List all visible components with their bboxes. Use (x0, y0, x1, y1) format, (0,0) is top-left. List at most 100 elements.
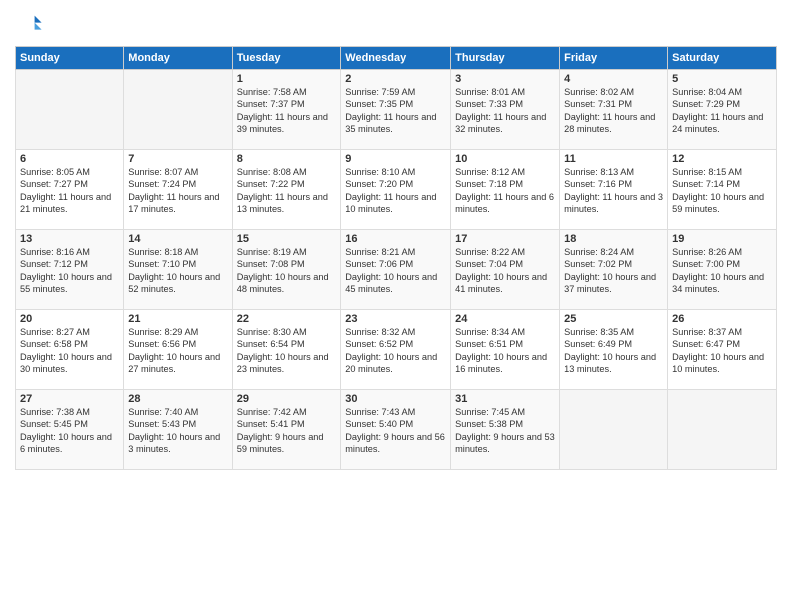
cell-content: Sunrise: 8:19 AM Sunset: 7:08 PM Dayligh… (237, 246, 337, 296)
cell-content: Sunrise: 8:08 AM Sunset: 7:22 PM Dayligh… (237, 166, 337, 216)
logo-icon (15, 10, 43, 38)
calendar-cell: 9Sunrise: 8:10 AM Sunset: 7:20 PM Daylig… (341, 150, 451, 230)
calendar-cell: 13Sunrise: 8:16 AM Sunset: 7:12 PM Dayli… (16, 230, 124, 310)
cell-content: Sunrise: 8:34 AM Sunset: 6:51 PM Dayligh… (455, 326, 555, 376)
day-number: 5 (672, 73, 772, 85)
day-number: 18 (564, 233, 663, 245)
day-number: 10 (455, 153, 555, 165)
day-number: 9 (345, 153, 446, 165)
day-number: 27 (20, 393, 119, 405)
cell-content: Sunrise: 8:13 AM Sunset: 7:16 PM Dayligh… (564, 166, 663, 216)
day-number: 13 (20, 233, 119, 245)
calendar-cell: 10Sunrise: 8:12 AM Sunset: 7:18 PM Dayli… (451, 150, 560, 230)
day-number: 28 (128, 393, 227, 405)
day-number: 2 (345, 73, 446, 85)
calendar-cell: 30Sunrise: 7:43 AM Sunset: 5:40 PM Dayli… (341, 390, 451, 470)
calendar-cell: 24Sunrise: 8:34 AM Sunset: 6:51 PM Dayli… (451, 310, 560, 390)
calendar-cell: 20Sunrise: 8:27 AM Sunset: 6:58 PM Dayli… (16, 310, 124, 390)
calendar-cell: 17Sunrise: 8:22 AM Sunset: 7:04 PM Dayli… (451, 230, 560, 310)
column-header-thursday: Thursday (451, 47, 560, 70)
calendar-cell: 3Sunrise: 8:01 AM Sunset: 7:33 PM Daylig… (451, 70, 560, 150)
calendar-cell: 31Sunrise: 7:45 AM Sunset: 5:38 PM Dayli… (451, 390, 560, 470)
cell-content: Sunrise: 7:38 AM Sunset: 5:45 PM Dayligh… (20, 406, 119, 456)
column-header-monday: Monday (124, 47, 232, 70)
cell-content: Sunrise: 7:58 AM Sunset: 7:37 PM Dayligh… (237, 86, 337, 136)
cell-content: Sunrise: 7:43 AM Sunset: 5:40 PM Dayligh… (345, 406, 446, 456)
day-number: 11 (564, 153, 663, 165)
day-number: 6 (20, 153, 119, 165)
week-row-2: 6Sunrise: 8:05 AM Sunset: 7:27 PM Daylig… (16, 150, 777, 230)
calendar-cell: 15Sunrise: 8:19 AM Sunset: 7:08 PM Dayli… (232, 230, 341, 310)
day-number: 30 (345, 393, 446, 405)
header-row: SundayMondayTuesdayWednesdayThursdayFrid… (16, 47, 777, 70)
day-number: 17 (455, 233, 555, 245)
calendar-cell: 21Sunrise: 8:29 AM Sunset: 6:56 PM Dayli… (124, 310, 232, 390)
cell-content: Sunrise: 8:12 AM Sunset: 7:18 PM Dayligh… (455, 166, 555, 216)
cell-content: Sunrise: 8:01 AM Sunset: 7:33 PM Dayligh… (455, 86, 555, 136)
week-row-1: 1Sunrise: 7:58 AM Sunset: 7:37 PM Daylig… (16, 70, 777, 150)
cell-content: Sunrise: 8:24 AM Sunset: 7:02 PM Dayligh… (564, 246, 663, 296)
day-number: 12 (672, 153, 772, 165)
cell-content: Sunrise: 8:30 AM Sunset: 6:54 PM Dayligh… (237, 326, 337, 376)
cell-content: Sunrise: 8:18 AM Sunset: 7:10 PM Dayligh… (128, 246, 227, 296)
main-container: SundayMondayTuesdayWednesdayThursdayFrid… (0, 0, 792, 480)
day-number: 1 (237, 73, 337, 85)
calendar-cell: 6Sunrise: 8:05 AM Sunset: 7:27 PM Daylig… (16, 150, 124, 230)
calendar-cell: 29Sunrise: 7:42 AM Sunset: 5:41 PM Dayli… (232, 390, 341, 470)
day-number: 31 (455, 393, 555, 405)
cell-content: Sunrise: 7:42 AM Sunset: 5:41 PM Dayligh… (237, 406, 337, 456)
day-number: 4 (564, 73, 663, 85)
calendar-cell: 23Sunrise: 8:32 AM Sunset: 6:52 PM Dayli… (341, 310, 451, 390)
day-number: 7 (128, 153, 227, 165)
calendar-cell: 1Sunrise: 7:58 AM Sunset: 7:37 PM Daylig… (232, 70, 341, 150)
calendar-cell: 14Sunrise: 8:18 AM Sunset: 7:10 PM Dayli… (124, 230, 232, 310)
calendar-cell: 18Sunrise: 8:24 AM Sunset: 7:02 PM Dayli… (560, 230, 668, 310)
cell-content: Sunrise: 8:29 AM Sunset: 6:56 PM Dayligh… (128, 326, 227, 376)
cell-content: Sunrise: 8:02 AM Sunset: 7:31 PM Dayligh… (564, 86, 663, 136)
day-number: 21 (128, 313, 227, 325)
calendar-cell: 12Sunrise: 8:15 AM Sunset: 7:14 PM Dayli… (668, 150, 777, 230)
day-number: 15 (237, 233, 337, 245)
cell-content: Sunrise: 8:07 AM Sunset: 7:24 PM Dayligh… (128, 166, 227, 216)
calendar-cell: 7Sunrise: 8:07 AM Sunset: 7:24 PM Daylig… (124, 150, 232, 230)
header (15, 10, 777, 38)
calendar-cell (16, 70, 124, 150)
week-row-5: 27Sunrise: 7:38 AM Sunset: 5:45 PM Dayli… (16, 390, 777, 470)
cell-content: Sunrise: 8:32 AM Sunset: 6:52 PM Dayligh… (345, 326, 446, 376)
cell-content: Sunrise: 8:15 AM Sunset: 7:14 PM Dayligh… (672, 166, 772, 216)
column-header-sunday: Sunday (16, 47, 124, 70)
cell-content: Sunrise: 8:16 AM Sunset: 7:12 PM Dayligh… (20, 246, 119, 296)
calendar-cell (668, 390, 777, 470)
calendar-cell (124, 70, 232, 150)
calendar-cell: 8Sunrise: 8:08 AM Sunset: 7:22 PM Daylig… (232, 150, 341, 230)
calendar-cell: 16Sunrise: 8:21 AM Sunset: 7:06 PM Dayli… (341, 230, 451, 310)
calendar-cell: 2Sunrise: 7:59 AM Sunset: 7:35 PM Daylig… (341, 70, 451, 150)
cell-content: Sunrise: 8:10 AM Sunset: 7:20 PM Dayligh… (345, 166, 446, 216)
calendar-cell: 25Sunrise: 8:35 AM Sunset: 6:49 PM Dayli… (560, 310, 668, 390)
day-number: 16 (345, 233, 446, 245)
day-number: 23 (345, 313, 446, 325)
day-number: 25 (564, 313, 663, 325)
day-number: 24 (455, 313, 555, 325)
column-header-saturday: Saturday (668, 47, 777, 70)
day-number: 22 (237, 313, 337, 325)
calendar-cell: 19Sunrise: 8:26 AM Sunset: 7:00 PM Dayli… (668, 230, 777, 310)
cell-content: Sunrise: 8:22 AM Sunset: 7:04 PM Dayligh… (455, 246, 555, 296)
cell-content: Sunrise: 8:35 AM Sunset: 6:49 PM Dayligh… (564, 326, 663, 376)
week-row-3: 13Sunrise: 8:16 AM Sunset: 7:12 PM Dayli… (16, 230, 777, 310)
cell-content: Sunrise: 8:26 AM Sunset: 7:00 PM Dayligh… (672, 246, 772, 296)
logo (15, 10, 47, 38)
day-number: 20 (20, 313, 119, 325)
day-number: 19 (672, 233, 772, 245)
week-row-4: 20Sunrise: 8:27 AM Sunset: 6:58 PM Dayli… (16, 310, 777, 390)
calendar-cell: 5Sunrise: 8:04 AM Sunset: 7:29 PM Daylig… (668, 70, 777, 150)
calendar-cell: 11Sunrise: 8:13 AM Sunset: 7:16 PM Dayli… (560, 150, 668, 230)
cell-content: Sunrise: 8:27 AM Sunset: 6:58 PM Dayligh… (20, 326, 119, 376)
day-number: 3 (455, 73, 555, 85)
calendar-table: SundayMondayTuesdayWednesdayThursdayFrid… (15, 46, 777, 470)
cell-content: Sunrise: 7:45 AM Sunset: 5:38 PM Dayligh… (455, 406, 555, 456)
day-number: 29 (237, 393, 337, 405)
calendar-cell: 28Sunrise: 7:40 AM Sunset: 5:43 PM Dayli… (124, 390, 232, 470)
calendar-cell: 27Sunrise: 7:38 AM Sunset: 5:45 PM Dayli… (16, 390, 124, 470)
calendar-cell (560, 390, 668, 470)
